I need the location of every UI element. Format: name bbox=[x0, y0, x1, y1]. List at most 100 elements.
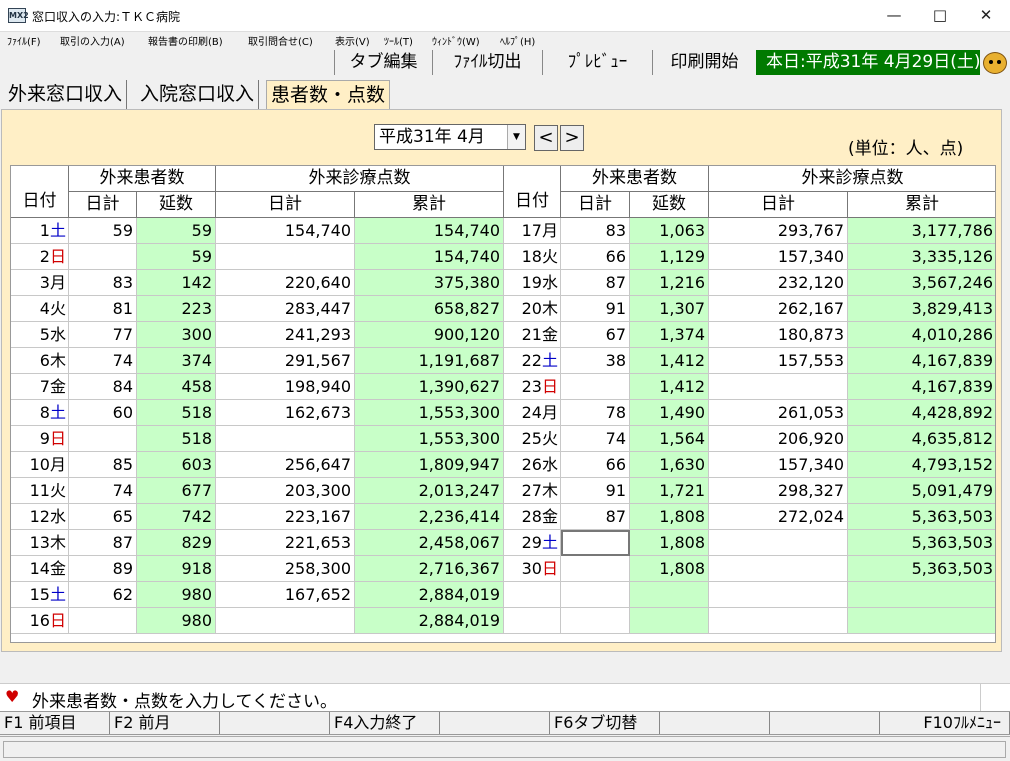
points-daily-cell[interactable]: 157,340 bbox=[709, 452, 848, 478]
points-daily-cell[interactable] bbox=[216, 244, 355, 270]
patients-daily-cell[interactable]: 83 bbox=[561, 218, 630, 244]
points-daily-cell[interactable] bbox=[709, 556, 848, 582]
patients-daily-cell[interactable]: 74 bbox=[69, 348, 137, 374]
patients-daily-cell[interactable]: 91 bbox=[561, 478, 630, 504]
f1-prev-item-button[interactable]: F1 前項目 bbox=[0, 712, 110, 734]
close-button[interactable]: ✕ bbox=[963, 0, 1009, 31]
f4-input-end-button[interactable]: F4入力終了 bbox=[330, 712, 440, 734]
next-month-button[interactable]: > bbox=[560, 125, 584, 151]
day-cell: 5水 bbox=[11, 322, 69, 348]
points-daily-cell[interactable]: 258,300 bbox=[216, 556, 355, 582]
patients-daily-cell[interactable]: 74 bbox=[69, 478, 137, 504]
menu-tools[interactable]: ﾂｰﾙ(T) bbox=[384, 33, 413, 48]
preview-button[interactable]: ﾌﾟﾚﾋﾞｭｰ bbox=[542, 50, 652, 75]
heart-icon: ♥ bbox=[5, 687, 20, 706]
points-daily-cell[interactable]: 157,553 bbox=[709, 348, 848, 374]
month-select[interactable]: 平成31年 4月 ▼ bbox=[374, 124, 526, 150]
points-daily-cell[interactable]: 157,340 bbox=[709, 244, 848, 270]
patients-daily-cell[interactable]: 87 bbox=[561, 504, 630, 530]
points-daily-cell[interactable]: 154,740 bbox=[216, 218, 355, 244]
patients-daily-cell[interactable]: 78 bbox=[561, 400, 630, 426]
f8-button[interactable] bbox=[770, 712, 880, 734]
menu-help[interactable]: ﾍﾙﾌﾟ(H) bbox=[500, 33, 535, 48]
points-daily-cell[interactable] bbox=[709, 530, 848, 556]
patients-daily-cell[interactable]: 87 bbox=[69, 530, 137, 556]
patients-daily-cell[interactable]: 91 bbox=[561, 296, 630, 322]
points-daily-cell[interactable]: 262,167 bbox=[709, 296, 848, 322]
patients-daily-cell[interactable]: 81 bbox=[69, 296, 137, 322]
weekday: 火 bbox=[541, 247, 558, 266]
points-cumsum-cell: 2,458,067 bbox=[355, 530, 504, 556]
menu-transaction-input[interactable]: 取引の入力(A) bbox=[60, 33, 125, 48]
patients-daily-cell[interactable] bbox=[561, 530, 630, 556]
file-export-button[interactable]: ﾌｧｲﾙ切出 bbox=[432, 50, 542, 75]
menu-transaction-query[interactable]: 取引問合せ(C) bbox=[248, 33, 313, 48]
minimize-button[interactable]: — bbox=[871, 0, 917, 31]
points-daily-cell[interactable]: 180,873 bbox=[709, 322, 848, 348]
points-daily-cell[interactable]: 220,640 bbox=[216, 270, 355, 296]
patients-daily-cell[interactable]: 65 bbox=[69, 504, 137, 530]
menu-file[interactable]: ﾌｧｲﾙ(F) bbox=[7, 33, 41, 48]
points-daily-cell[interactable]: 198,940 bbox=[216, 374, 355, 400]
dropdown-arrow-icon[interactable]: ▼ bbox=[507, 125, 525, 149]
patients-daily-cell[interactable]: 62 bbox=[69, 582, 137, 608]
patients-daily-cell[interactable]: 85 bbox=[69, 452, 137, 478]
patients-daily-cell[interactable]: 87 bbox=[561, 270, 630, 296]
print-start-button[interactable]: 印刷開始 bbox=[652, 50, 756, 75]
patients-daily-cell[interactable]: 83 bbox=[69, 270, 137, 296]
tab-edit-button[interactable]: タブ編集 bbox=[334, 50, 432, 75]
points-daily-cell[interactable]: 167,652 bbox=[216, 582, 355, 608]
f6-tab-switch-button[interactable]: F6タブ切替 bbox=[550, 712, 660, 734]
f7-button[interactable] bbox=[660, 712, 770, 734]
points-daily-cell[interactable]: 283,447 bbox=[216, 296, 355, 322]
points-daily-cell[interactable]: 206,920 bbox=[709, 426, 848, 452]
points-daily-cell[interactable]: 298,327 bbox=[709, 478, 848, 504]
patients-daily-cell[interactable] bbox=[561, 374, 630, 400]
menu-view[interactable]: 表示(V) bbox=[335, 33, 370, 48]
points-daily-cell[interactable]: 293,767 bbox=[709, 218, 848, 244]
points-daily-cell[interactable]: 256,647 bbox=[216, 452, 355, 478]
menu-report-print[interactable]: 報告書の印刷(B) bbox=[148, 33, 223, 48]
points-daily-cell[interactable] bbox=[216, 426, 355, 452]
points-daily-cell[interactable]: 261,053 bbox=[709, 400, 848, 426]
f5-button[interactable] bbox=[440, 712, 550, 734]
points-daily-cell[interactable]: 223,167 bbox=[216, 504, 355, 530]
patients-daily-cell[interactable]: 59 bbox=[69, 218, 137, 244]
f10-full-menu-button[interactable]: F10ﾌﾙﾒﾆｭｰ bbox=[880, 712, 1010, 734]
tab-inpatient-income[interactable]: 入院窓口収入 bbox=[136, 80, 260, 109]
points-daily-cell[interactable]: 291,567 bbox=[216, 348, 355, 374]
patients-daily-cell[interactable] bbox=[69, 426, 137, 452]
patients-cumulative-cell: 677 bbox=[137, 478, 216, 504]
weekday: 木 bbox=[541, 299, 558, 318]
tab-patients-points[interactable]: 患者数・点数 bbox=[266, 80, 391, 109]
patients-daily-cell[interactable] bbox=[69, 244, 137, 270]
points-daily-cell[interactable]: 272,024 bbox=[709, 504, 848, 530]
prev-month-button[interactable]: < bbox=[534, 125, 558, 151]
points-daily-cell[interactable]: 232,120 bbox=[709, 270, 848, 296]
patients-daily-cell[interactable] bbox=[69, 608, 137, 634]
patients-daily-cell[interactable]: 66 bbox=[561, 452, 630, 478]
tab-outpatient-income[interactable]: 外来窓口収入 bbox=[4, 80, 128, 109]
menu-window[interactable]: ｳｨﾝﾄﾞｳ(W) bbox=[432, 33, 480, 48]
f2-prev-month-button[interactable]: F2 前月 bbox=[110, 712, 220, 734]
maximize-button[interactable]: □ bbox=[917, 0, 963, 31]
patients-daily-cell[interactable]: 38 bbox=[561, 348, 630, 374]
patients-daily-cell[interactable]: 60 bbox=[69, 400, 137, 426]
patients-daily-cell[interactable]: 66 bbox=[561, 244, 630, 270]
points-daily-cell[interactable] bbox=[709, 374, 848, 400]
points-daily-cell[interactable]: 203,300 bbox=[216, 478, 355, 504]
patients-daily-cell[interactable]: 67 bbox=[561, 322, 630, 348]
patients-daily-cell[interactable]: 77 bbox=[69, 322, 137, 348]
patients-daily-cell[interactable]: 84 bbox=[69, 374, 137, 400]
day-cell: 28金 bbox=[504, 504, 561, 530]
patients-daily-cell[interactable]: 89 bbox=[69, 556, 137, 582]
patients-daily-cell[interactable] bbox=[561, 556, 630, 582]
day-cell bbox=[504, 608, 561, 634]
points-daily-cell[interactable]: 241,293 bbox=[216, 322, 355, 348]
points-daily-cell[interactable]: 162,673 bbox=[216, 400, 355, 426]
patients-daily-cell[interactable]: 74 bbox=[561, 426, 630, 452]
points-daily-cell[interactable] bbox=[216, 608, 355, 634]
patients-cumulative-cell: 300 bbox=[137, 322, 216, 348]
points-daily-cell[interactable]: 221,653 bbox=[216, 530, 355, 556]
f3-button[interactable] bbox=[220, 712, 330, 734]
